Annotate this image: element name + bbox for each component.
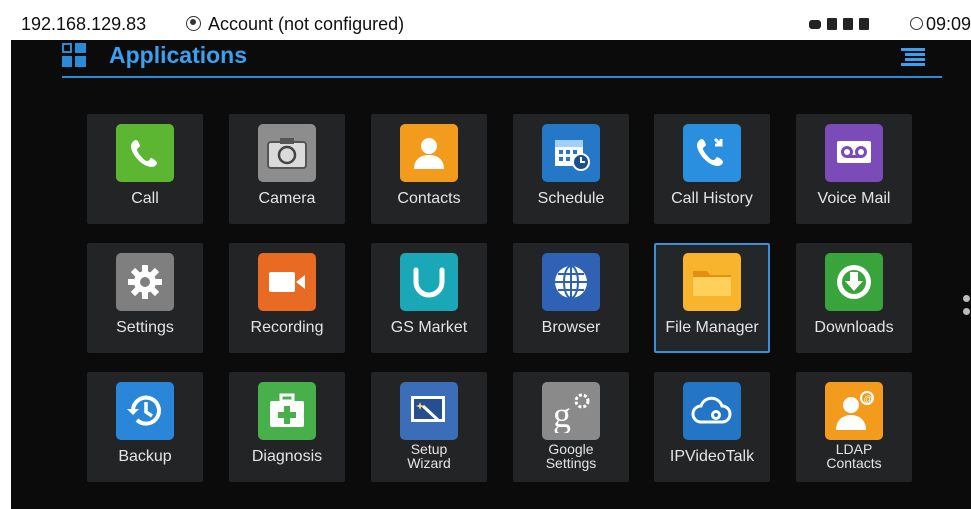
gear-icon [116, 253, 174, 311]
screen-icon [809, 20, 821, 29]
app-tile-call[interactable]: Call [87, 114, 203, 224]
app-tile-schedule[interactable]: Schedule [513, 114, 629, 224]
cloud-camera-icon [683, 382, 741, 440]
app-label: Recording [250, 319, 324, 336]
app-tile-call-history[interactable]: Call History [654, 114, 770, 224]
menu-icon[interactable] [901, 48, 925, 66]
clock-icon [910, 17, 923, 30]
app-label: Call [131, 190, 159, 207]
voicemail-icon [825, 124, 883, 182]
page-indicator[interactable] [963, 295, 970, 321]
app-label: Downloads [814, 319, 894, 336]
video-camera-icon [258, 253, 316, 311]
app-tile-downloads[interactable]: Downloads [796, 243, 912, 353]
folder-icon [683, 253, 741, 311]
app-label: Contacts [397, 190, 461, 207]
market-bag-icon [400, 253, 458, 311]
google-settings-icon: g [542, 382, 600, 440]
wizard-icon [400, 382, 458, 440]
app-tile-camera[interactable]: Camera [229, 114, 345, 224]
ldap-contact-icon: @ [825, 382, 883, 440]
applications-grid-icon [62, 43, 86, 67]
camera-icon [258, 124, 316, 182]
app-tile-settings[interactable]: Settings [87, 243, 203, 353]
app-tile-voice-mail[interactable]: Voice Mail [796, 114, 912, 224]
title-divider [62, 76, 942, 78]
app-tile-browser[interactable]: Browser [513, 243, 629, 353]
svg-text:g: g [553, 395, 571, 433]
device-screen: 192.168.129.83 Account (not configured) … [11, 10, 971, 509]
app-label: Browser [541, 319, 601, 336]
calendar-icon [542, 124, 600, 182]
ip-address: 192.168.129.83 [21, 14, 147, 34]
clock-time: 09:09 [926, 14, 971, 34]
lock-icon [843, 18, 853, 30]
status-icons [809, 18, 869, 30]
app-tile-contacts[interactable]: Contacts [371, 114, 487, 224]
app-tile-backup[interactable]: Backup [87, 372, 203, 482]
app-tile-diagnosis[interactable]: Diagnosis [229, 372, 345, 482]
app-tile-ipvideotalk[interactable]: IPVideoTalk [654, 372, 770, 482]
app-label: Schedule [537, 190, 605, 207]
download-icon [825, 253, 883, 311]
app-tile-google-settings[interactable]: g Google Settings [513, 372, 629, 482]
app-tile-recording[interactable]: Recording [229, 243, 345, 353]
app-label: Voice Mail [817, 190, 891, 207]
app-label: Backup [118, 448, 172, 465]
app-label: Setup Wizard [407, 441, 451, 471]
backup-clock-icon [116, 382, 174, 440]
page-title: Applications [109, 42, 248, 68]
app-label: Diagnosis [251, 448, 323, 465]
app-label: GS Market [390, 319, 468, 336]
notification-icon [827, 18, 837, 30]
app-label: Call History [671, 190, 753, 207]
sim-icon [859, 18, 869, 30]
call-history-icon [683, 124, 741, 182]
app-tile-file-manager[interactable]: File Manager [654, 243, 770, 353]
status-bar: 192.168.129.83 Account (not configured) … [11, 10, 971, 40]
app-tile-setup-wizard[interactable]: Setup Wizard [371, 372, 487, 482]
app-label: Google Settings [545, 441, 597, 471]
app-label: File Manager [665, 319, 759, 336]
title-bar: Applications [11, 40, 971, 80]
app-label: Settings [116, 319, 174, 336]
globe-icon [542, 253, 600, 311]
app-tile-gs-market[interactable]: GS Market [371, 243, 487, 353]
app-label: Camera [258, 190, 316, 207]
account-status: Account (not configured) [208, 14, 405, 34]
contact-person-icon [400, 124, 458, 182]
app-label: IPVideoTalk [669, 448, 755, 465]
phone-icon [116, 124, 174, 182]
app-label: LDAP Contacts [826, 441, 882, 471]
svg-text:@: @ [864, 394, 873, 404]
account-icon [186, 16, 201, 31]
first-aid-kit-icon [258, 382, 316, 440]
app-tile-ldap-contacts[interactable]: @ LDAP Contacts [796, 372, 912, 482]
